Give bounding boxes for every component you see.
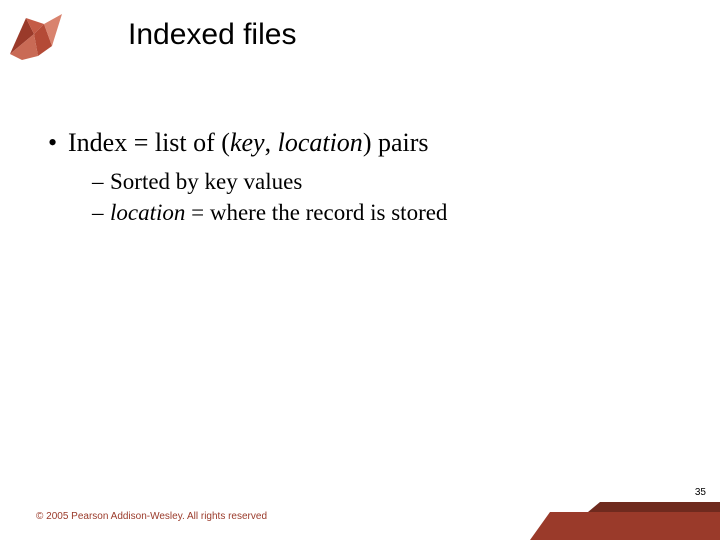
text-location-italic: location: [278, 128, 363, 157]
slide-content: • Index = list of (key, location) pairs …: [48, 128, 668, 228]
text-fragment: = where the record is stored: [185, 200, 447, 225]
sub-bullet: – Sorted by key values: [92, 166, 668, 197]
text-fragment: ) pairs: [363, 128, 429, 157]
slide-title: Indexed files: [128, 18, 296, 52]
text-key-italic: key: [230, 128, 265, 157]
sub-marker: –: [92, 197, 110, 228]
text-fragment: ,: [265, 128, 278, 157]
sub-bullet: – location = where the record is stored: [92, 197, 668, 228]
footer-accent-bar: [550, 512, 720, 540]
sub-text: Sorted by key values: [110, 166, 302, 197]
bullet-marker: •: [48, 128, 68, 158]
page-number: 35: [695, 487, 706, 498]
text-location-italic: location: [110, 200, 185, 225]
bullet-main: • Index = list of (key, location) pairs: [48, 128, 668, 158]
sub-marker: –: [92, 166, 110, 197]
copyright-text: © 2005 Pearson Addison-Wesley. All right…: [36, 511, 267, 522]
bullet-text: Index = list of (key, location) pairs: [68, 128, 429, 158]
footer-accent-shadow: [600, 502, 720, 512]
sub-bullet-list: – Sorted by key values – location = wher…: [92, 166, 668, 228]
origami-crane-logo: [4, 4, 68, 68]
sub-text: location = where the record is stored: [110, 197, 447, 228]
text-fragment: Index = list of (: [68, 128, 230, 157]
